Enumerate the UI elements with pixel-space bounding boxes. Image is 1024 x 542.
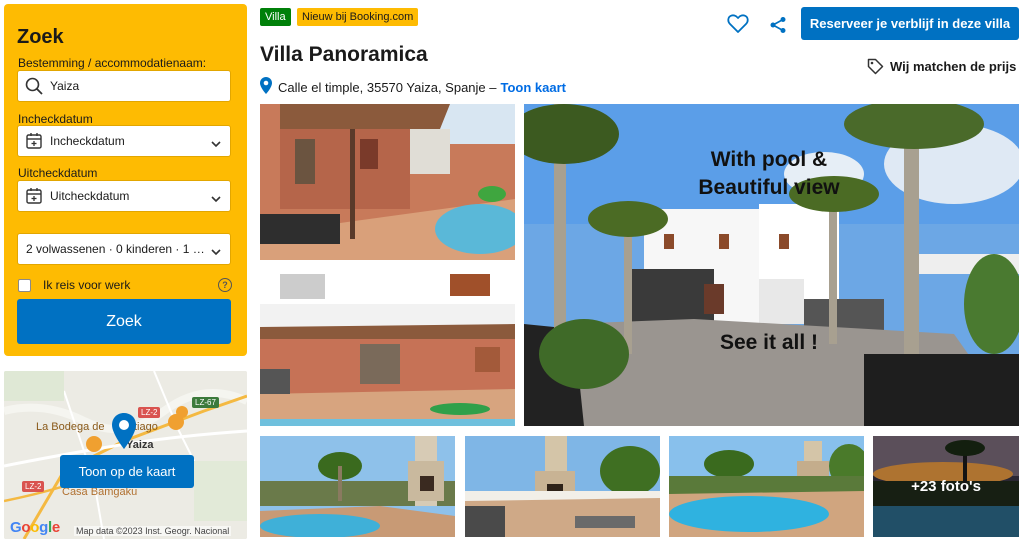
gallery-photo[interactable]: [669, 436, 864, 537]
calendar-icon: [24, 131, 44, 151]
work-travel-label: Ik reis voor werk: [43, 278, 131, 292]
show-map-link[interactable]: Toon kaart: [501, 80, 567, 95]
photo-caption-line: Beautiful view: [698, 176, 840, 199]
heart-icon[interactable]: [727, 14, 749, 39]
price-tag-icon: [867, 58, 884, 75]
destination-label: Bestemming / accommodatienaam:: [18, 56, 207, 70]
address-text: Calle el timple, 35570 Yaiza, Spanje –: [278, 79, 497, 95]
search-panel: Zoek Bestemming / accommodatienaam: Yaiz…: [4, 4, 247, 356]
search-icon: [24, 76, 44, 96]
bbq-lounge-photo: [465, 436, 660, 537]
property-type-badge: Villa: [260, 8, 291, 26]
guests-field[interactable]: 2 volwassenen · 0 kinderen · 1 …: [17, 233, 231, 265]
map-place-label: tiago: [134, 421, 158, 433]
price-match[interactable]: Wij matchen de prijs: [867, 58, 1016, 75]
destination-value: Yaiza: [50, 79, 80, 93]
photo-caption-line: See it all !: [719, 331, 819, 354]
road-badge: LZ-2: [138, 407, 161, 418]
guests-value: 2 volwassenen · 0 kinderen · 1 …: [26, 242, 205, 256]
chevron-down-icon: [211, 245, 221, 259]
road-badge: LZ-2: [22, 481, 45, 492]
map-pin-icon: [112, 413, 136, 449]
share-icon[interactable]: [769, 16, 787, 39]
property-title: Villa Panoramica: [260, 43, 428, 66]
checkout-field[interactable]: Uitcheckdatum: [17, 180, 231, 212]
checkin-value: Incheckdatum: [50, 134, 125, 148]
price-match-label: Wij matchen de prijs: [890, 59, 1017, 74]
gallery-photo[interactable]: [465, 436, 660, 537]
google-logo: Google: [10, 519, 60, 536]
chevron-down-icon: [211, 192, 221, 206]
road-badge: LZ-67: [192, 397, 219, 408]
map-credit: Map data ©2023 Inst. Geogr. Nacional: [74, 526, 232, 536]
checkin-field[interactable]: Incheckdatum: [17, 125, 231, 157]
checkout-label: Uitcheckdatum: [18, 166, 98, 180]
checkin-label: Incheckdatum: [18, 112, 93, 126]
reserve-button[interactable]: Reserveer je verblijf in deze villa: [801, 7, 1019, 40]
work-travel-row: Ik reis voor werk ?: [18, 276, 232, 294]
search-button[interactable]: Zoek: [17, 299, 231, 344]
new-property-badge: Nieuw bij Booking.com: [297, 8, 419, 26]
bbq-pool-photo: [260, 436, 455, 537]
gallery-photo[interactable]: [260, 104, 515, 260]
search-title: Zoek: [17, 26, 64, 48]
map-place-label: La Bodega de: [36, 421, 105, 433]
pool-photo: [669, 436, 864, 537]
terrace-photo: [260, 104, 515, 260]
house-photo: [260, 269, 515, 426]
property-address: Calle el timple, 35570 Yaiza, Spanje – T…: [260, 77, 566, 97]
map-pin-icon: [260, 77, 272, 97]
map-preview[interactable]: LZ-2 LZ-67 LZ-2 La Bodega de tiago Yaiza…: [4, 371, 247, 539]
calendar-icon: [24, 186, 44, 206]
more-photos-label: +23 foto's: [873, 436, 1019, 537]
show-on-map-button[interactable]: Toon op de kaart: [60, 455, 194, 488]
checkout-value: Uitcheckdatum: [50, 189, 130, 203]
photo-caption-line: With pool &: [710, 148, 828, 171]
gallery-photo[interactable]: [260, 269, 515, 426]
gallery-photo[interactable]: [260, 436, 455, 537]
destination-field[interactable]: Yaiza: [17, 70, 231, 102]
chevron-down-icon: [211, 137, 221, 151]
help-icon[interactable]: ?: [218, 278, 232, 292]
gallery-photo-more[interactable]: +23 foto's: [873, 436, 1019, 537]
work-travel-checkbox[interactable]: [18, 278, 31, 292]
main-gallery-photo[interactable]: With pool & Beautiful view See it all !: [524, 104, 1019, 426]
